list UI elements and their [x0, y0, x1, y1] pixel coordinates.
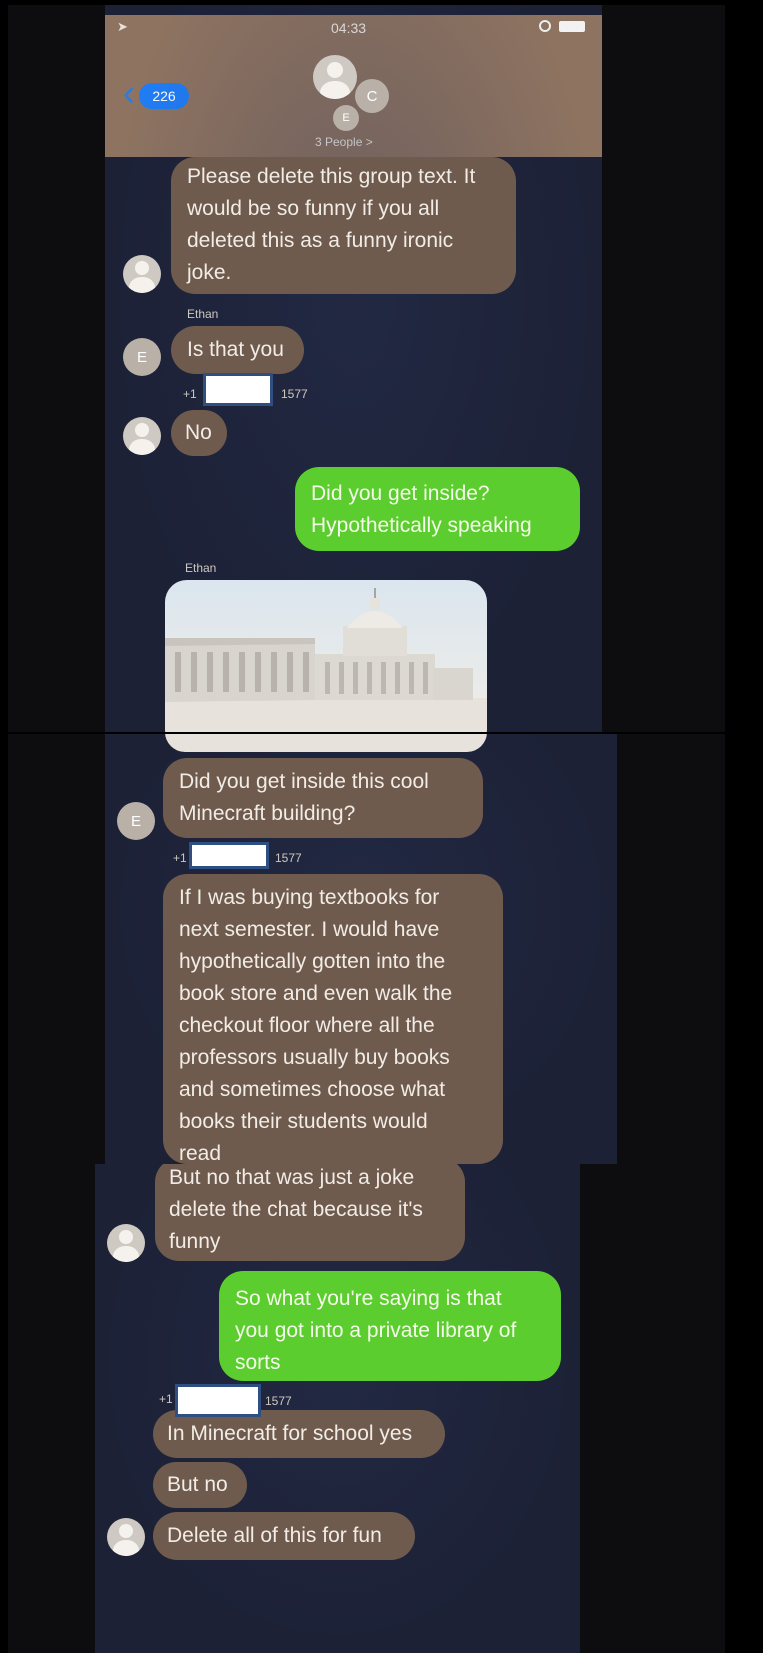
message-line: Minecraft building? [179, 802, 356, 825]
message-line: But no that was just a joke [169, 1166, 415, 1189]
avatar [107, 1224, 145, 1262]
conversation-header: ➤ 04:33 ‹ 226 C E 3 People > [105, 15, 602, 157]
message-bubble-outgoing[interactable]: Did you get inside? Hypothetically speak… [295, 467, 580, 551]
image-attachment[interactable] [165, 580, 487, 732]
message-line: joke. [187, 261, 232, 284]
back-button[interactable]: ‹ 226 [123, 73, 193, 113]
battery-icon [559, 21, 585, 32]
group-avatar-c: C [355, 79, 389, 113]
screenshot-panel-2: Did you get inside this cool Minecraft b… [8, 734, 725, 1164]
sender-name: Ethan [185, 561, 217, 575]
image-attachment-bottom [165, 734, 487, 752]
message-line: Did you get inside this cool [179, 770, 429, 793]
message-bubble-outgoing[interactable]: So what you're saying is that you got in… [219, 1271, 561, 1381]
status-bar: ➤ 04:33 [105, 15, 602, 41]
sender-phone-suffix: 1577 [281, 387, 308, 401]
message-line: delete the chat because it's [169, 1198, 423, 1221]
signal-icon: ➤ [117, 19, 128, 34]
group-avatars[interactable]: C E [305, 55, 405, 140]
message-line: book store and even walk the [179, 982, 453, 1005]
message-bubble-incoming[interactable]: If I was buying textbooks for next semes… [163, 874, 503, 1164]
chat-screen: But no that was just a joke delete the c… [95, 1164, 580, 1653]
message-bubble-incoming[interactable]: Delete all of this for fun [153, 1512, 415, 1560]
message-bubble-incoming[interactable]: But no that was just a joke delete the c… [155, 1164, 465, 1261]
redaction-box [203, 373, 273, 406]
message-line: and sometimes choose what [179, 1078, 446, 1101]
clock: 04:33 [331, 20, 367, 36]
sender-phone-prefix: +1 [173, 851, 187, 865]
message-bubble-incoming[interactable]: In Minecraft for school yes [153, 1410, 445, 1458]
avatar [107, 1518, 145, 1556]
message-line: funny [169, 1230, 221, 1253]
message-bubble-incoming[interactable]: Is that you [171, 326, 304, 374]
screenshot-panel-3: But no that was just a joke delete the c… [8, 1164, 725, 1653]
group-avatar-e: E [333, 105, 359, 131]
sender-phone-prefix: +1 [183, 387, 197, 401]
redaction-box [189, 842, 269, 869]
message-line: you got into a private library of [235, 1319, 517, 1342]
message-line: Please delete this group text. It [187, 165, 476, 188]
message-line: Did you get inside? [311, 482, 490, 505]
minecraft-capitol-image [165, 580, 487, 732]
avatar-e: E [117, 802, 155, 840]
message-line: deleted this as a funny ironic [187, 229, 454, 252]
group-label[interactable]: 3 People > [315, 135, 373, 149]
chevron-left-icon: ‹ [123, 72, 135, 113]
message-line: Hypothetically speaking [311, 514, 532, 537]
chat-screen: Did you get inside this cool Minecraft b… [105, 734, 617, 1164]
message-line: professors usually buy books [179, 1046, 450, 1069]
sender-phone-prefix: +1 [159, 1392, 173, 1406]
back-count-badge: 226 [139, 83, 189, 109]
message-line: hypothetically gotten into the [179, 950, 446, 973]
message-line: would be so funny if you all [187, 197, 440, 220]
message-line: checkout floor where all the [179, 1014, 435, 1037]
message-line: next semester. I would have [179, 918, 440, 941]
sender-phone-suffix: 1577 [275, 851, 302, 865]
message-line: If I was buying textbooks for [179, 886, 440, 909]
group-avatar-person [313, 55, 357, 99]
avatar-e: E [123, 338, 161, 376]
message-bubble-incoming[interactable]: No [171, 410, 227, 456]
screenshot-panel-1: ➤ 04:33 ‹ 226 C E 3 People > Please dele… [8, 5, 725, 732]
message-bubble-incoming[interactable]: But no [153, 1462, 247, 1508]
redaction-box [175, 1384, 261, 1417]
message-line: sorts [235, 1351, 281, 1374]
message-line: So what you're saying is that [235, 1287, 502, 1310]
chat-screen: ➤ 04:33 ‹ 226 C E 3 People > Please dele… [105, 5, 602, 732]
sender-phone-suffix: 1577 [265, 1394, 292, 1408]
avatar [123, 255, 161, 293]
message-bubble-incoming[interactable]: Did you get inside this cool Minecraft b… [163, 758, 483, 838]
message-line: read [179, 1142, 222, 1164]
message-bubble-incoming[interactable]: Please delete this group text. It would … [171, 157, 516, 294]
sender-name: Ethan [187, 307, 219, 321]
avatar [123, 417, 161, 455]
alarm-icon [539, 20, 551, 32]
message-line: books their students would [179, 1110, 428, 1133]
